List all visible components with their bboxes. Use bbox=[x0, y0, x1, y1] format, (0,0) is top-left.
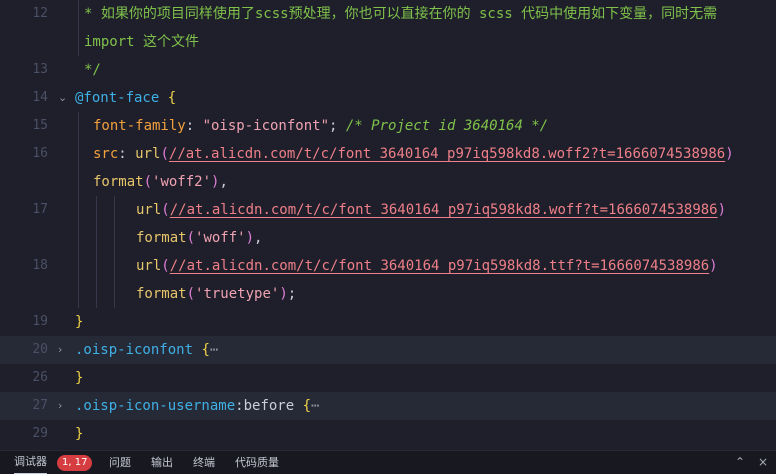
url-link[interactable]: //at.alicdn.com/t/c/font_3640164_p97iq59… bbox=[169, 146, 725, 162]
code-line: 19 } bbox=[0, 308, 776, 336]
function-name: url bbox=[136, 258, 162, 274]
problem-count-badge: 1, 17 bbox=[57, 455, 93, 471]
code-line-wrap: format('woff2'), bbox=[93, 174, 228, 190]
open-brace: { bbox=[302, 398, 312, 414]
string-value: 'woff2' bbox=[152, 174, 212, 190]
string-value: 'woff' bbox=[195, 230, 246, 246]
code-line: 13 */ bbox=[0, 56, 776, 84]
chevron-down-icon[interactable]: ⌄ bbox=[58, 84, 70, 112]
code-line: 12 * 如果你的项目同样使用了scss预处理，你也可以直接在你的 scss 代… bbox=[0, 0, 776, 28]
open-brace: { bbox=[167, 90, 177, 106]
function-name: format bbox=[136, 230, 187, 246]
tab-debugger[interactable]: 调试器 bbox=[14, 451, 47, 474]
at-rule: @font-face bbox=[75, 90, 160, 106]
code-line: 15 font-family: "oisp-iconfont"; /* Proj… bbox=[0, 112, 776, 140]
css-selector: .oisp-iconfont bbox=[75, 342, 194, 358]
folded-ellipsis[interactable]: ⋯ bbox=[210, 342, 218, 358]
tab-problems[interactable]: 问题 bbox=[109, 451, 131, 474]
property-name: font-family bbox=[93, 118, 186, 134]
line-number: 15 bbox=[32, 118, 48, 133]
line-number: 29 bbox=[32, 426, 48, 441]
pseudo-element: :before bbox=[235, 398, 295, 414]
code-editor[interactable]: 12 * 如果你的项目同样使用了scss预处理，你也可以直接在你的 scss 代… bbox=[0, 0, 776, 450]
code-line: 14 ⌄ @font-face { bbox=[0, 84, 776, 112]
tab-code-quality[interactable]: 代码质量 bbox=[235, 451, 279, 474]
function-name: format bbox=[93, 174, 144, 190]
close-brace: } bbox=[75, 314, 84, 330]
string-value: "oisp-iconfont" bbox=[202, 118, 330, 134]
code-line: 27 › .oisp-icon-username:before {⋯ bbox=[0, 392, 776, 420]
comment-text: * 如果你的项目同样使用了scss预处理，你也可以直接在你的 scss 代码中使… bbox=[84, 6, 718, 22]
tab-terminal[interactable]: 终端 bbox=[193, 451, 215, 474]
close-brace: } bbox=[75, 426, 84, 442]
url-link[interactable]: //at.alicdn.com/t/c/font_3640164_p97iq59… bbox=[170, 202, 718, 218]
line-number: 18 bbox=[32, 258, 48, 273]
line-number: 14 bbox=[32, 90, 48, 105]
function-name: format bbox=[136, 286, 187, 302]
string-value: 'truetype' bbox=[195, 286, 280, 302]
css-selector: .oisp-icon-username bbox=[75, 398, 236, 414]
line-number: 20 bbox=[32, 342, 48, 357]
code-line-wrap: format('woff'), bbox=[136, 230, 263, 246]
close-icon[interactable]: × bbox=[758, 451, 768, 474]
property-name: src bbox=[93, 146, 119, 162]
code-line: 29 } bbox=[0, 420, 776, 448]
open-brace: { bbox=[201, 342, 210, 358]
panel-tab-bar: 调试器 1, 17 问题 输出 终端 代码质量 ⌃ × bbox=[0, 450, 776, 474]
url-link[interactable]: //at.alicdn.com/t/c/font_3640164_p97iq59… bbox=[170, 258, 709, 274]
code-line-wrap: format('truetype'); bbox=[136, 286, 297, 302]
code-line: 20 › .oisp-iconfont {⋯ bbox=[0, 336, 776, 364]
code-line-wrap: import 这个文件 bbox=[0, 28, 776, 56]
code-line: 17 url(//at.alicdn.com/t/c/font_3640164_… bbox=[0, 196, 776, 224]
line-number: 27 bbox=[32, 398, 48, 413]
line-number: 26 bbox=[32, 370, 48, 385]
comment-text: import 这个文件 bbox=[84, 34, 200, 50]
close-brace: } bbox=[75, 370, 84, 386]
line-number: 17 bbox=[32, 202, 48, 217]
folded-ellipsis[interactable]: ⋯ bbox=[311, 398, 319, 414]
line-number: 13 bbox=[32, 62, 48, 77]
tab-output[interactable]: 输出 bbox=[151, 451, 173, 474]
chevron-right-icon[interactable]: › bbox=[58, 392, 70, 420]
line-number: 16 bbox=[32, 146, 48, 161]
code-line: 26 } bbox=[0, 364, 776, 392]
code-line: 18 url(//at.alicdn.com/t/c/font_3640164_… bbox=[0, 252, 776, 280]
function-name: url bbox=[135, 146, 161, 162]
function-name: url bbox=[136, 202, 162, 218]
chevron-right-icon[interactable]: › bbox=[58, 336, 70, 364]
chevron-up-icon[interactable]: ⌃ bbox=[735, 451, 745, 474]
line-number: 19 bbox=[32, 314, 48, 329]
line-number: 12 bbox=[32, 6, 48, 21]
inline-comment: /* Project id 3640164 */ bbox=[345, 118, 549, 134]
comment-close: */ bbox=[84, 62, 101, 78]
code-line: 16 src: url(//at.alicdn.com/t/c/font_364… bbox=[0, 140, 776, 168]
